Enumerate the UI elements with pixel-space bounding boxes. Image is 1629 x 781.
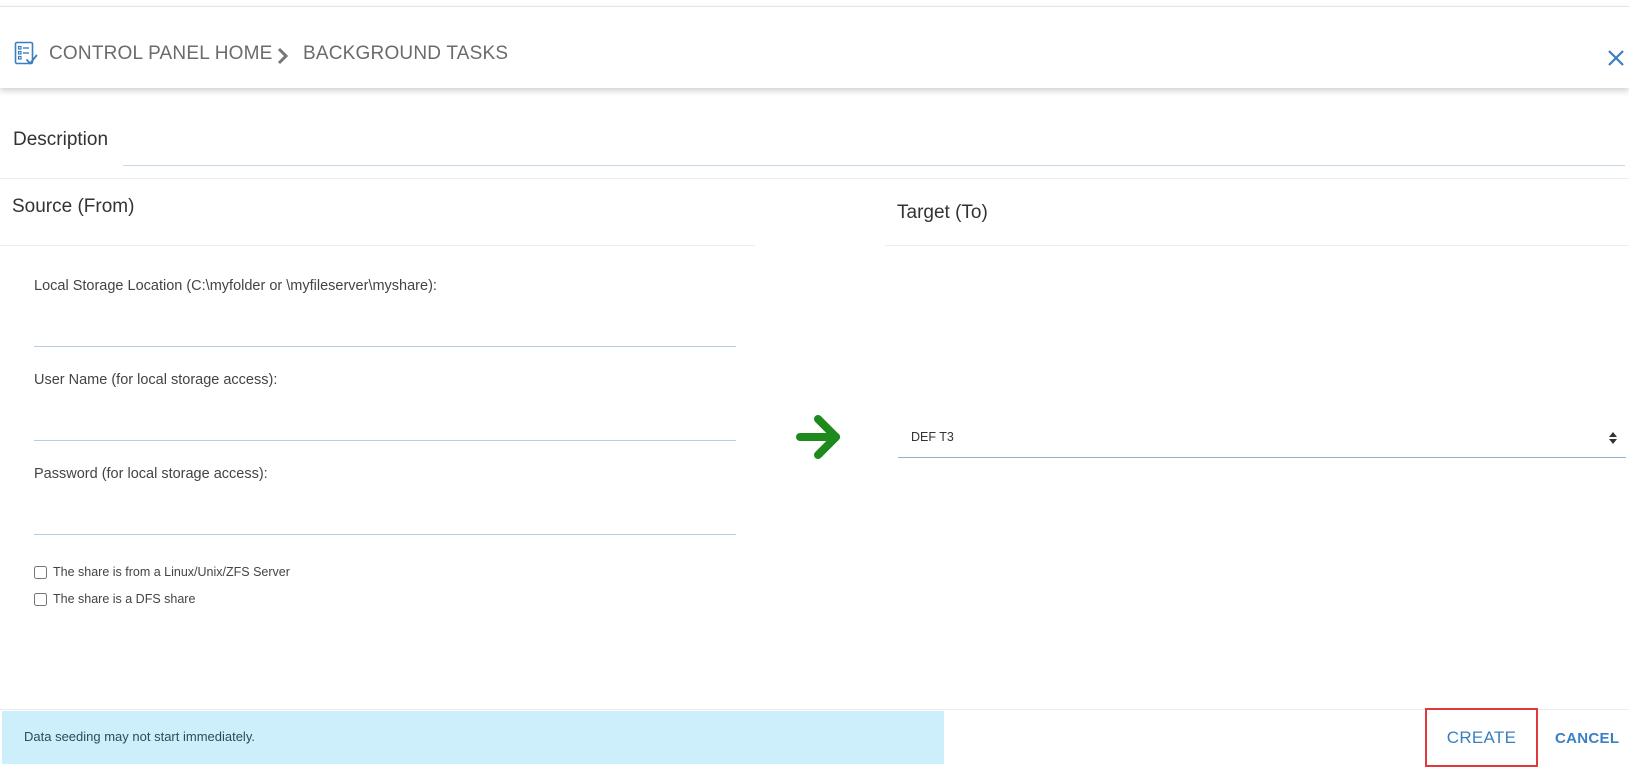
target-selected-value: DEF T3 bbox=[911, 430, 954, 444]
dfs-share-option[interactable]: The share is a DFS share bbox=[34, 592, 195, 606]
chevron-right-icon bbox=[277, 47, 289, 65]
local-storage-input[interactable] bbox=[34, 315, 736, 347]
background-task-dialog: CONTROL PANEL HOME BACKGROUND TASKS Desc… bbox=[0, 0, 1629, 781]
divider bbox=[885, 245, 1629, 246]
divider bbox=[0, 178, 1629, 179]
description-input[interactable] bbox=[123, 128, 1625, 166]
description-label: Description bbox=[13, 129, 109, 150]
local-storage-label: Local Storage Location (C:\myfolder or \… bbox=[34, 278, 437, 294]
password-input[interactable] bbox=[34, 503, 736, 535]
divider bbox=[0, 709, 1629, 710]
username-input[interactable] bbox=[34, 409, 736, 441]
password-label: Password (for local storage access): bbox=[34, 466, 268, 482]
dfs-share-checkbox[interactable] bbox=[34, 592, 47, 606]
linux-share-checkbox[interactable] bbox=[34, 565, 47, 579]
sort-arrows-icon bbox=[1609, 432, 1617, 444]
info-notice: Data seeding may not start immediately. bbox=[2, 711, 944, 764]
arrow-right-icon bbox=[796, 415, 840, 459]
linux-share-label: The share is from a Linux/Unix/ZFS Serve… bbox=[53, 565, 290, 579]
linux-share-option[interactable]: The share is from a Linux/Unix/ZFS Serve… bbox=[34, 565, 290, 579]
target-select[interactable]: DEF T3 bbox=[898, 420, 1626, 458]
checklist-icon bbox=[14, 41, 38, 65]
header-bar: CONTROL PANEL HOME BACKGROUND TASKS bbox=[0, 6, 1629, 88]
close-icon[interactable] bbox=[1605, 47, 1627, 69]
notice-text: Data seeding may not start immediately. bbox=[24, 729, 255, 744]
breadcrumb-current: BACKGROUND TASKS bbox=[303, 43, 509, 64]
dfs-share-label: The share is a DFS share bbox=[53, 592, 196, 606]
create-button[interactable]: CREATE bbox=[1425, 708, 1538, 767]
divider bbox=[0, 245, 755, 246]
cancel-button[interactable]: CANCEL bbox=[1555, 726, 1619, 750]
username-label: User Name (for local storage access): bbox=[34, 372, 278, 388]
target-section-title: Target (To) bbox=[897, 202, 988, 223]
source-section-title: Source (From) bbox=[12, 196, 135, 217]
breadcrumb-home[interactable]: CONTROL PANEL HOME bbox=[49, 43, 273, 65]
